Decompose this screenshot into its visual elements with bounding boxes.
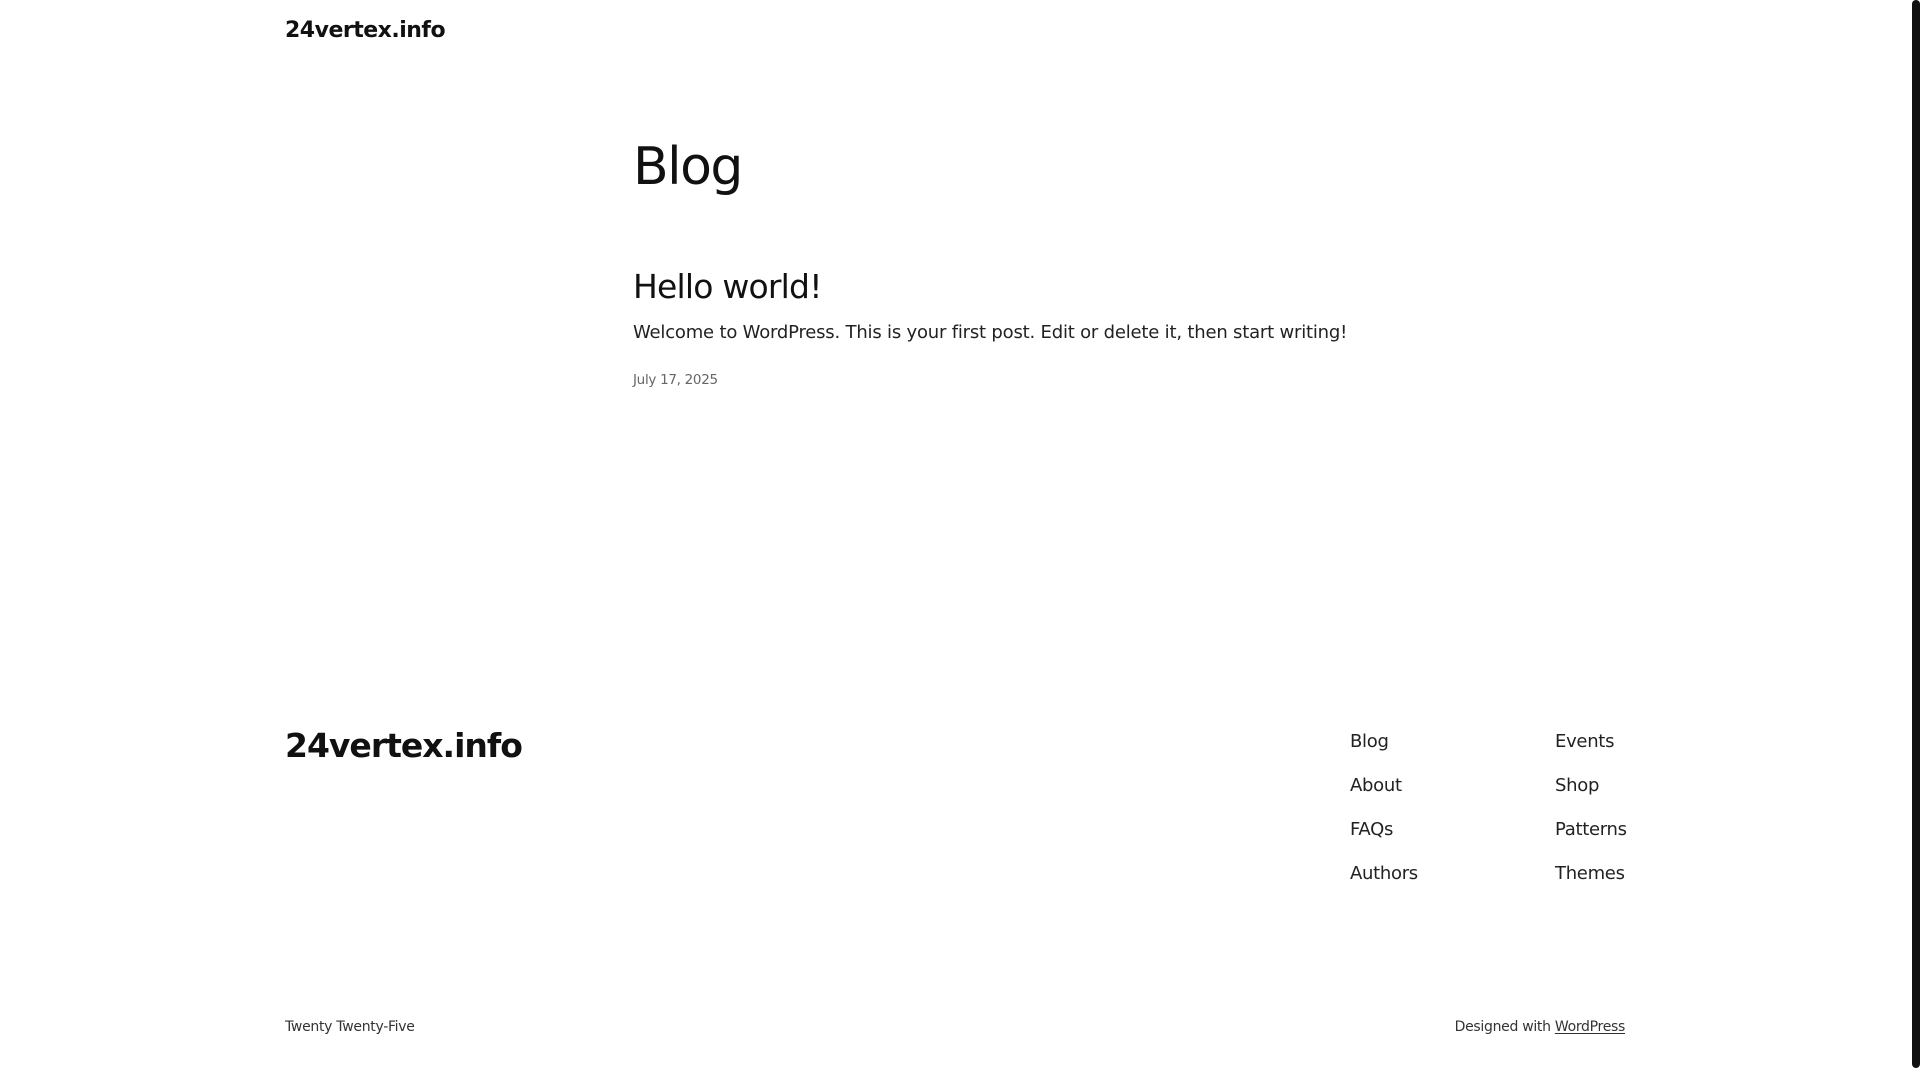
footer-link-authors[interactable]: Authors bbox=[1350, 862, 1418, 886]
footer-link-shop[interactable]: Shop bbox=[1555, 774, 1627, 798]
page-title: Blog bbox=[633, 137, 743, 197]
post-item: Hello world! Welcome to WordPress. This … bbox=[633, 266, 1533, 388]
footer-link-blog[interactable]: Blog bbox=[1350, 730, 1418, 754]
site-header: 24vertex.info bbox=[285, 18, 446, 43]
footer-site-title-link[interactable]: 24vertex.info bbox=[285, 726, 523, 765]
footer-link-faqs[interactable]: FAQs bbox=[1350, 818, 1418, 842]
page: 24vertex.info Blog Hello world! Welcome … bbox=[0, 0, 1920, 1080]
footer-link-about[interactable]: About bbox=[1350, 774, 1418, 798]
theme-credit: Twenty Twenty-Five bbox=[285, 1019, 415, 1035]
page-scrollbar[interactable] bbox=[1912, 0, 1920, 1068]
wordpress-link[interactable]: WordPress bbox=[1555, 1019, 1625, 1035]
footer-link-themes[interactable]: Themes bbox=[1555, 862, 1627, 886]
designed-with-text: Designed with bbox=[1454, 1019, 1551, 1035]
footer-link-events[interactable]: Events bbox=[1555, 730, 1627, 754]
footer-nav-secondary: Events Shop Patterns Themes bbox=[1555, 730, 1627, 886]
main-content: Blog Hello world! Welcome to WordPress. … bbox=[633, 132, 1533, 388]
post-date: July 17, 2025 bbox=[633, 372, 718, 388]
post-title-link[interactable]: Hello world! bbox=[633, 266, 1533, 308]
designed-with-credit: Designed with WordPress bbox=[1454, 1019, 1626, 1035]
footer-link-patterns[interactable]: Patterns bbox=[1555, 818, 1627, 842]
site-title-link[interactable]: 24vertex.info bbox=[285, 18, 446, 43]
footer-nav-primary: Blog About FAQs Authors bbox=[1350, 730, 1418, 886]
post-title-text[interactable]: Hello world! bbox=[633, 267, 822, 306]
post-excerpt: Welcome to WordPress. This is your first… bbox=[633, 322, 1348, 343]
